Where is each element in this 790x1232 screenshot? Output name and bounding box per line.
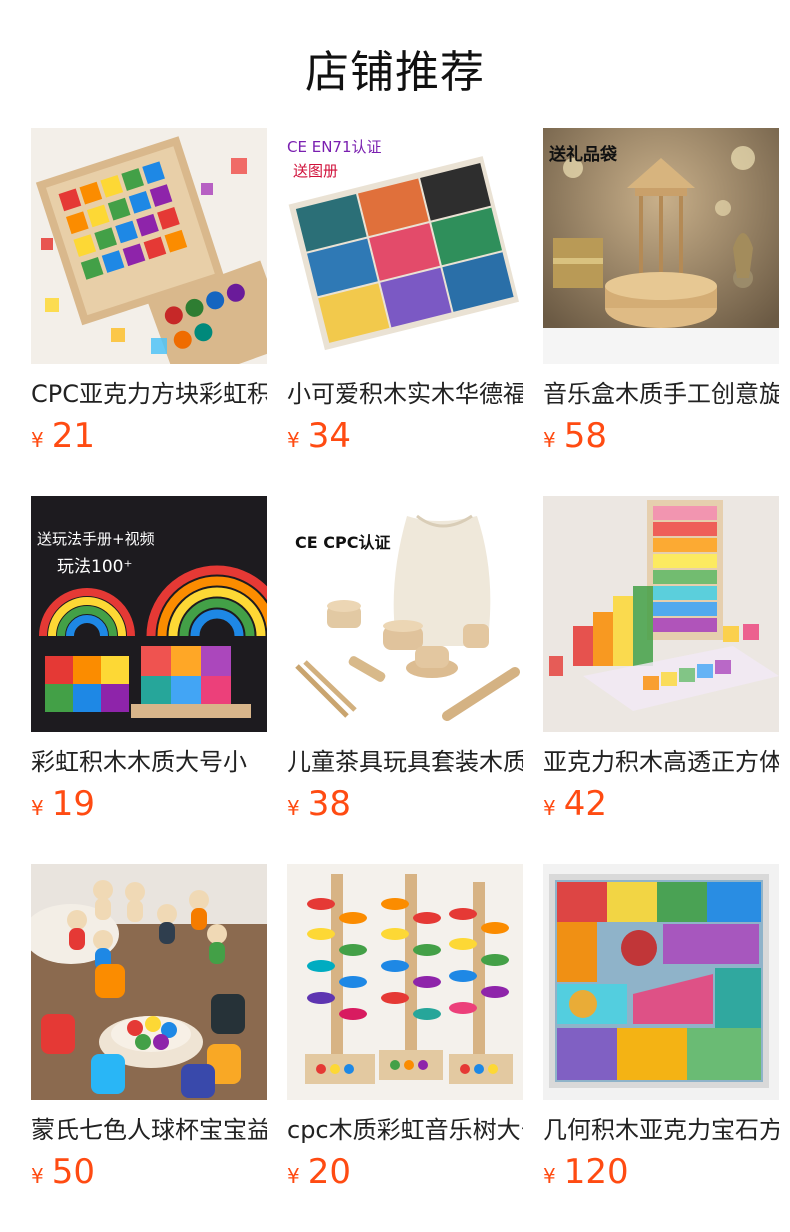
promo-badge: 送礼品袋 [549,145,617,165]
currency-symbol: ¥ [287,1164,300,1188]
product-image[interactable] [543,864,779,1100]
price-amount: 34 [307,416,351,456]
product-image[interactable]: CE EN71认证 送图册 [287,128,523,364]
product-card[interactable]: 几何积木亚克力宝石方块 ¥120 [543,864,779,1232]
shop-recommendations-page: 店铺推荐 CPC亚克力方块彩虹积 ¥ 21 CE EN71认证 送图册 小可爱积… [0,0,790,1232]
product-card[interactable]: CE EN71认证 送图册 小可爱积木实木华德福 ¥34 [287,128,523,496]
product-card[interactable]: 送玩法手册+视频 玩法100⁺ 彩虹积木木质大号小 ¥19 [31,496,267,864]
promo-badge-secondary: 玩法100⁺ [57,557,133,577]
product-price: ¥38 [287,784,523,824]
product-price: ¥58 [543,416,779,456]
product-price: ¥50 [31,1152,267,1192]
currency-symbol: ¥ [543,796,556,820]
product-card[interactable]: CPC亚克力方块彩虹积木 ¥21 [31,128,267,496]
product-price: ¥20 [287,1152,523,1192]
product-image[interactable]: 送玩法手册+视频 玩法100⁺ [31,496,267,732]
product-price: ¥120 [543,1152,779,1192]
promo-badge: 送玩法手册+视频 [37,530,155,548]
product-name[interactable]: CPC亚克力方块彩虹积木 [31,378,267,410]
price-amount: 19 [51,784,95,824]
product-card[interactable]: 亚克力积木高透正方体 ¥42 [543,496,779,864]
currency-symbol: ¥ [31,1164,44,1188]
product-name[interactable]: 彩虹积木木质大号小 [31,746,267,778]
product-card[interactable]: cpc木质彩虹音乐树大号 ¥20 [287,864,523,1232]
price-amount: 42 [563,784,607,824]
product-image[interactable] [31,864,267,1100]
product-name[interactable]: cpc木质彩虹音乐树大号 [287,1114,523,1146]
product-name[interactable]: 几何积木亚克力宝石方块 [543,1114,779,1146]
product-name[interactable]: 小可爱积木实木华德福 [287,378,523,410]
currency-symbol: ¥ [31,796,44,820]
product-price: ¥42 [543,784,779,824]
product-name[interactable]: 音乐盒木质手工创意旋转 [543,378,779,410]
price-amount: 21 [51,416,95,456]
price-amount: 58 [563,416,607,456]
certification-badge: CE EN71认证 [287,138,382,156]
product-card[interactable]: 送礼品袋 音乐盒木质手工创意旋转 ¥58 [543,128,779,496]
currency-symbol: ¥ [287,796,300,820]
currency-symbol: ¥ [287,428,300,452]
price-amount: 20 [307,1152,351,1192]
currency-symbol: ¥ [543,428,556,452]
product-image[interactable] [287,864,523,1100]
price-amount: 120 [563,1152,629,1192]
product-image[interactable] [543,496,779,732]
product-price: ¥19 [31,784,267,824]
product-grid: CPC亚克力方块彩虹积木 ¥21 [31,128,779,1232]
product-name[interactable]: 儿童茶具玩具套装木质 [287,746,523,778]
product-card[interactable]: 蒙氏七色人球杯宝宝益智 ¥50 [31,864,267,1232]
price-amount: 50 [51,1152,95,1192]
product-price: ¥21 [31,416,267,456]
product-name[interactable]: 蒙氏七色人球杯宝宝益智 [31,1114,267,1146]
currency-symbol: ¥ [543,1164,556,1188]
promo-badge: 送图册 [293,162,339,180]
currency-symbol: ¥ [31,428,44,452]
product-price: ¥34 [287,416,523,456]
product-image[interactable]: CE CPC认证 [287,496,523,732]
product-image[interactable]: 送礼品袋 [543,128,779,364]
certification-badge: CE CPC认证 [295,533,391,552]
price-amount: 38 [307,784,351,824]
product-card[interactable]: CE CPC认证 儿童茶具玩具套装木质 ¥38 [287,496,523,864]
product-image[interactable] [31,128,267,364]
product-name[interactable]: 亚克力积木高透正方体 [543,746,779,778]
page-title: 店铺推荐 [305,47,485,98]
